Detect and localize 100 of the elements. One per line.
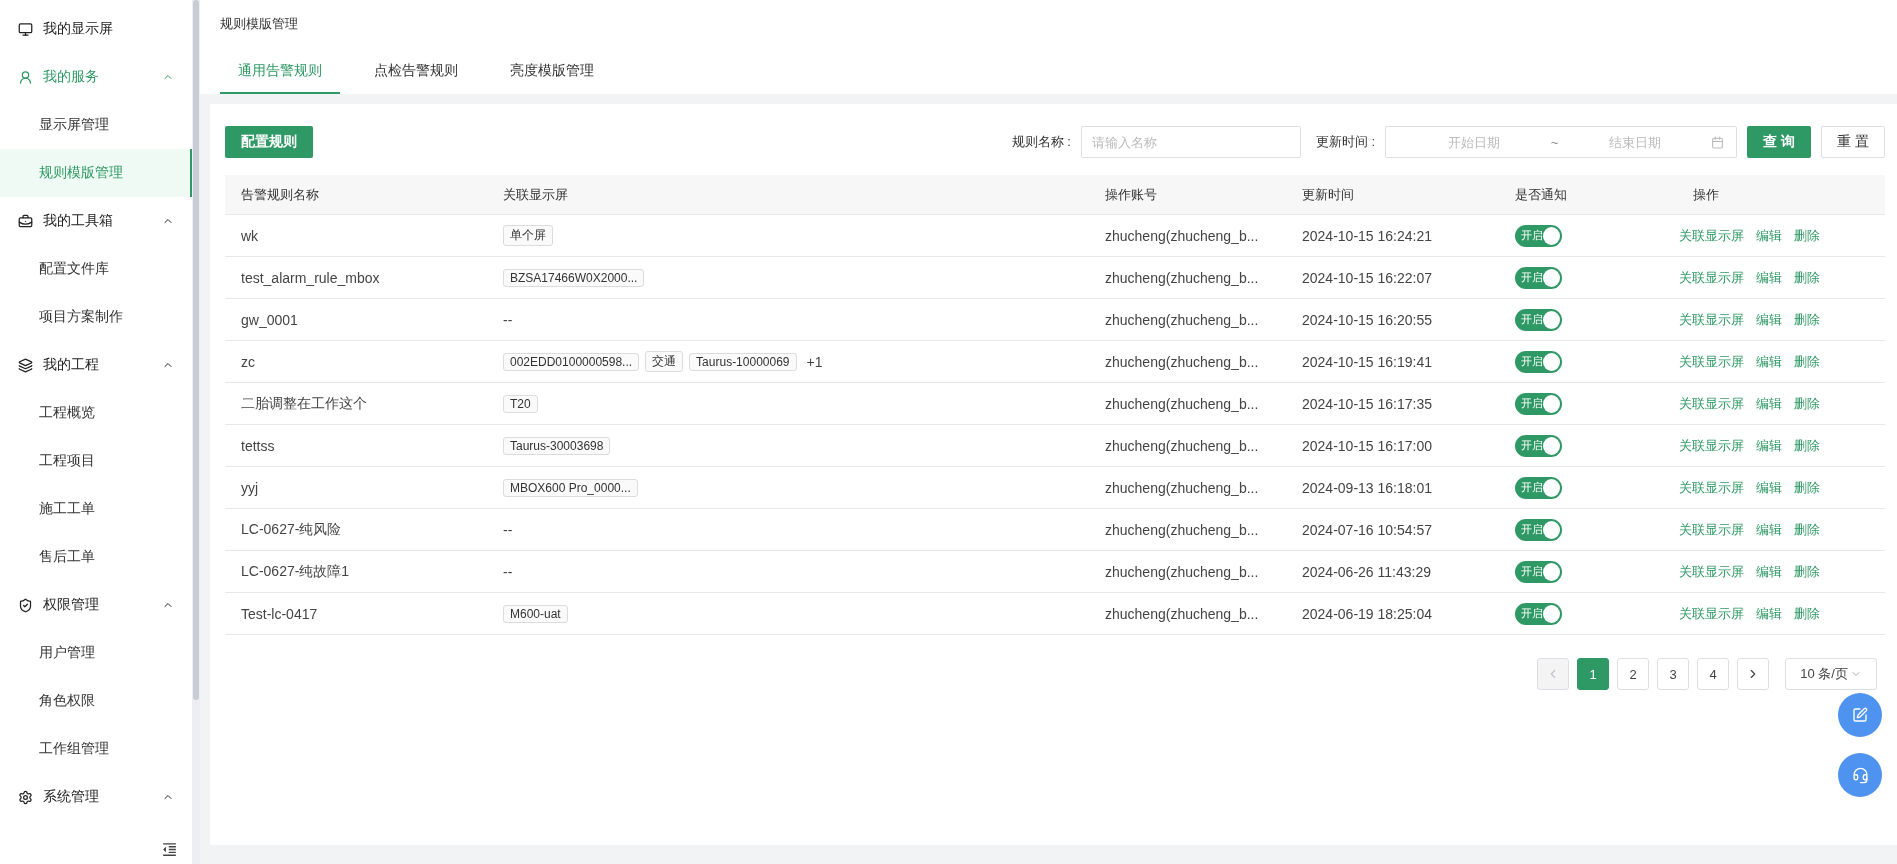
tab[interactable]: 亮度模版管理: [492, 58, 612, 94]
action-link[interactable]: 关联显示屏: [1679, 604, 1744, 623]
action-link[interactable]: 删除: [1794, 394, 1820, 413]
action-link[interactable]: 关联显示屏: [1679, 268, 1744, 287]
action-link[interactable]: 编辑: [1756, 268, 1782, 287]
headset-icon: [1851, 766, 1869, 784]
tab[interactable]: 通用告警规则: [220, 58, 340, 94]
action-link[interactable]: 删除: [1794, 310, 1820, 329]
headset-button[interactable]: [1838, 753, 1882, 797]
sidebar-item[interactable]: 售后工单: [0, 533, 192, 581]
config-rule-button[interactable]: 配置规则: [225, 126, 313, 158]
screen-tag: Taurus-30003698: [503, 436, 611, 455]
action-link[interactable]: 编辑: [1756, 604, 1782, 623]
action-link[interactable]: 关联显示屏: [1679, 478, 1744, 497]
edit-button[interactable]: [1838, 693, 1882, 737]
sidebar-item[interactable]: 施工工单: [0, 485, 192, 533]
notify-switch[interactable]: 开启: [1515, 434, 1562, 457]
calendar-icon: [1711, 135, 1724, 149]
page-button[interactable]: 4: [1697, 658, 1729, 690]
notify-switch[interactable]: 开启: [1515, 308, 1562, 331]
action-link[interactable]: 编辑: [1756, 478, 1782, 497]
table-cell-text: zhucheng(zhucheng_b...: [1104, 311, 1260, 328]
action-link[interactable]: 关联显示屏: [1679, 520, 1744, 539]
action-link[interactable]: 删除: [1794, 226, 1820, 245]
page-button[interactable]: 1: [1577, 658, 1609, 690]
page-button[interactable]: 3: [1657, 658, 1689, 690]
sidebar-item[interactable]: 工程概览: [0, 389, 192, 437]
action-link[interactable]: 编辑: [1756, 562, 1782, 581]
notify-switch[interactable]: 开启: [1515, 602, 1562, 625]
table-cell-text: 2024-09-13 16:18:01: [1301, 479, 1433, 496]
empty-value: --: [503, 521, 513, 538]
notify-switch[interactable]: 开启: [1515, 224, 1562, 247]
sidebar-item[interactable]: 工程项目: [0, 437, 192, 485]
action-link[interactable]: 关联显示屏: [1679, 436, 1744, 455]
action-link[interactable]: 关联显示屏: [1679, 226, 1744, 245]
table-cell-text: 2024-10-15 16:22:07: [1301, 269, 1433, 286]
action-link[interactable]: 关联显示屏: [1679, 394, 1744, 413]
action-link[interactable]: 删除: [1794, 352, 1820, 371]
page-size-select[interactable]: 10 条/页: [1785, 658, 1877, 690]
notify-switch[interactable]: 开启: [1515, 266, 1562, 289]
column-header: 告警规则名称: [240, 185, 320, 204]
sidebar-item[interactable]: 配置文件库: [0, 245, 192, 293]
sidebar-group[interactable]: 我的工程: [0, 341, 192, 389]
page-button[interactable]: 2: [1617, 658, 1649, 690]
action-link[interactable]: 删除: [1794, 604, 1820, 623]
screen-tag: BZSA17466W0X2000...: [503, 268, 645, 287]
sidebar-item[interactable]: 用户管理: [0, 629, 192, 677]
table-cell-text: 2024-06-26 11:43:29: [1301, 563, 1432, 580]
table-cell-text: zhucheng(zhucheng_b...: [1104, 563, 1260, 580]
reset-button[interactable]: 重 置: [1821, 126, 1885, 158]
tab[interactable]: 点检告警规则: [356, 58, 476, 94]
sidebar-group[interactable]: 系统管理: [0, 773, 192, 821]
action-link[interactable]: 关联显示屏: [1679, 310, 1744, 329]
screen-tag: 002EDD0100000598...: [503, 352, 640, 371]
sidebar-item[interactable]: 项目方案制作: [0, 293, 192, 341]
action-link[interactable]: 关联显示屏: [1679, 562, 1744, 581]
action-link[interactable]: 关联显示屏: [1679, 352, 1744, 371]
sidebar-item[interactable]: 工作组管理: [0, 725, 192, 773]
action-link[interactable]: 删除: [1794, 436, 1820, 455]
action-link[interactable]: 删除: [1794, 268, 1820, 287]
sidebar-group[interactable]: 权限管理: [0, 581, 192, 629]
sidebar-item[interactable]: 角色权限: [0, 677, 192, 725]
column-header: 操作账号: [1104, 185, 1158, 204]
briefcase-icon: [18, 213, 33, 229]
collapse-menu-icon[interactable]: [161, 841, 178, 858]
more-count: +1: [806, 353, 823, 370]
sidebar-group[interactable]: 我的服务: [0, 53, 192, 101]
user-icon: [18, 69, 33, 85]
notify-switch[interactable]: 开启: [1515, 350, 1562, 373]
action-link[interactable]: 编辑: [1756, 226, 1782, 245]
sidebar-group[interactable]: 我的工具箱: [0, 197, 192, 245]
notify-switch[interactable]: 开启: [1515, 476, 1562, 499]
rule-name-field[interactable]: 请输入名称: [1080, 126, 1301, 158]
action-link[interactable]: 删除: [1794, 478, 1820, 497]
table-cell-text: zhucheng(zhucheng_b...: [1104, 521, 1260, 538]
notify-switch[interactable]: 开启: [1515, 518, 1562, 541]
sidebar-item[interactable]: 显示屏管理: [0, 101, 192, 149]
sidebar-item[interactable]: 规则模版管理: [0, 149, 192, 197]
table-cell-text: Test-lc-0417: [240, 605, 319, 622]
scrollbar-thumb[interactable]: [193, 0, 199, 700]
table-cell-text: zc: [240, 353, 256, 370]
action-link[interactable]: 编辑: [1756, 352, 1782, 371]
notify-switch[interactable]: 开启: [1515, 392, 1562, 415]
table-cell-text: 2024-10-15 16:24:21: [1301, 227, 1433, 244]
action-link[interactable]: 删除: [1794, 562, 1820, 581]
action-link[interactable]: 编辑: [1756, 310, 1782, 329]
table-cell-text: zhucheng(zhucheng_b...: [1104, 605, 1260, 622]
table-cell-text: LC-0627-纯故障1: [240, 562, 351, 581]
layers-icon: [18, 357, 33, 373]
table-cell-text: yyj: [240, 479, 260, 496]
query-button[interactable]: 查 询: [1747, 126, 1811, 158]
action-link[interactable]: 编辑: [1756, 436, 1782, 455]
action-link[interactable]: 删除: [1794, 520, 1820, 539]
action-link[interactable]: 编辑: [1756, 394, 1782, 413]
rule-name-label: 规则名称 :: [1011, 133, 1071, 151]
table-cell-text: test_alarm_rule_mbox: [240, 269, 381, 286]
sidebar-group[interactable]: 我的显示屏: [0, 5, 192, 53]
notify-switch[interactable]: 开启: [1515, 560, 1562, 583]
action-link[interactable]: 编辑: [1756, 520, 1782, 539]
date-range-picker[interactable]: 开始日期 ~ 结束日期: [1385, 126, 1737, 158]
